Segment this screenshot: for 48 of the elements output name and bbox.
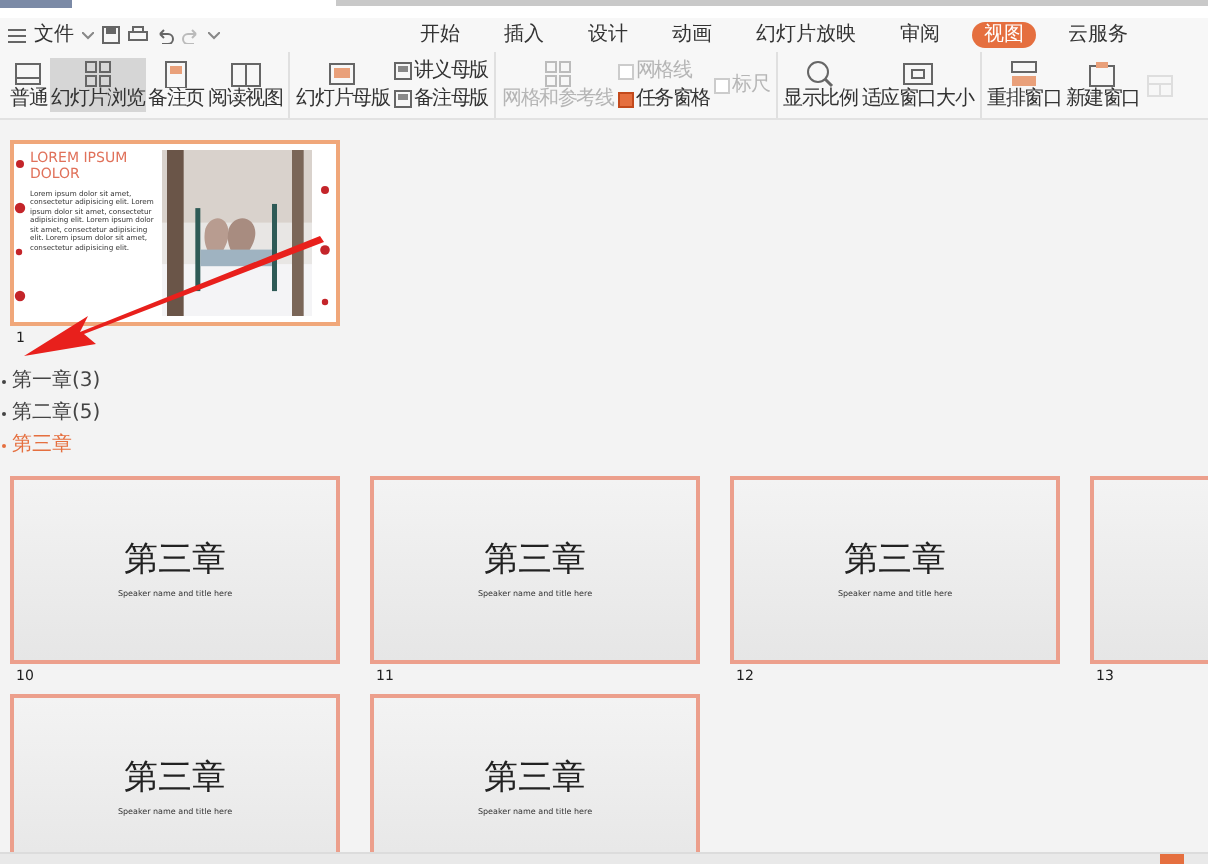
view-button[interactable]: 新建窗口 [1063,58,1142,112]
slide-master-icon [393,90,412,108]
view-button[interactable]: 普通 [8,58,50,112]
ribbon-tab[interactable]: 设计 [576,22,640,48]
view-button[interactable]: 显示比例 [781,58,860,112]
slide-title: 第三章 [124,543,226,577]
print-icon[interactable] [128,26,148,44]
redo-icon[interactable] [182,27,200,43]
caret-icon[interactable] [82,31,94,39]
slide-title: 第三章 [484,543,586,577]
undo-icon[interactable] [156,27,174,43]
slide-title: 第三章 [844,543,946,577]
save-icon[interactable] [102,26,120,44]
file-menu[interactable]: 文件 [34,25,74,45]
section-header[interactable]: 第一章(3) [2,370,1208,392]
zoom-icon [804,60,837,88]
table-icon [1144,71,1176,99]
new-window-icon [1086,60,1119,88]
ribbon-tab[interactable]: 幻灯片放映 [744,22,868,48]
slide-master-icon [326,60,359,88]
ribbon-button[interactable]: 讲义母版 [391,60,490,82]
slide-thumbnail[interactable] [10,140,340,326]
ribbon-tab[interactable]: 插入 [492,22,556,48]
fit-window-icon [901,60,934,88]
ribbon-tab[interactable]: 审阅 [888,22,952,48]
ribbon-tab[interactable]: 动画 [660,22,724,48]
slide-title: 第三章 [484,761,586,795]
section-header[interactable]: 第二章(5) [2,402,1208,424]
normal-view-icon [12,60,45,88]
view-button[interactable]: 备注页 [146,58,207,112]
checkbox[interactable]: 任务窗格 [615,88,712,110]
book-icon [229,60,262,88]
notes-page-icon [160,60,193,88]
ribbon-button[interactable]: 备注母版 [391,88,490,110]
menu-icon[interactable] [8,27,26,43]
view-button[interactable]: 幻灯片浏览 [49,58,147,112]
arrange-windows-icon [1008,60,1041,88]
view-button[interactable]: 适应窗口大小 [859,58,976,112]
slide-title: 第三章 [124,761,226,795]
slide-master-icon [393,62,412,80]
ribbon-tab[interactable]: 云服务 [1056,22,1140,48]
view-button[interactable]: 阅读视图 [206,58,285,112]
grid-icon [541,60,574,88]
caret-icon[interactable] [208,31,220,39]
view-button[interactable]: 幻灯片母版 [294,58,392,112]
ribbon-tab[interactable]: 开始 [408,22,472,48]
view-button[interactable]: 重排窗口 [985,58,1064,112]
grid-icon [81,60,114,88]
